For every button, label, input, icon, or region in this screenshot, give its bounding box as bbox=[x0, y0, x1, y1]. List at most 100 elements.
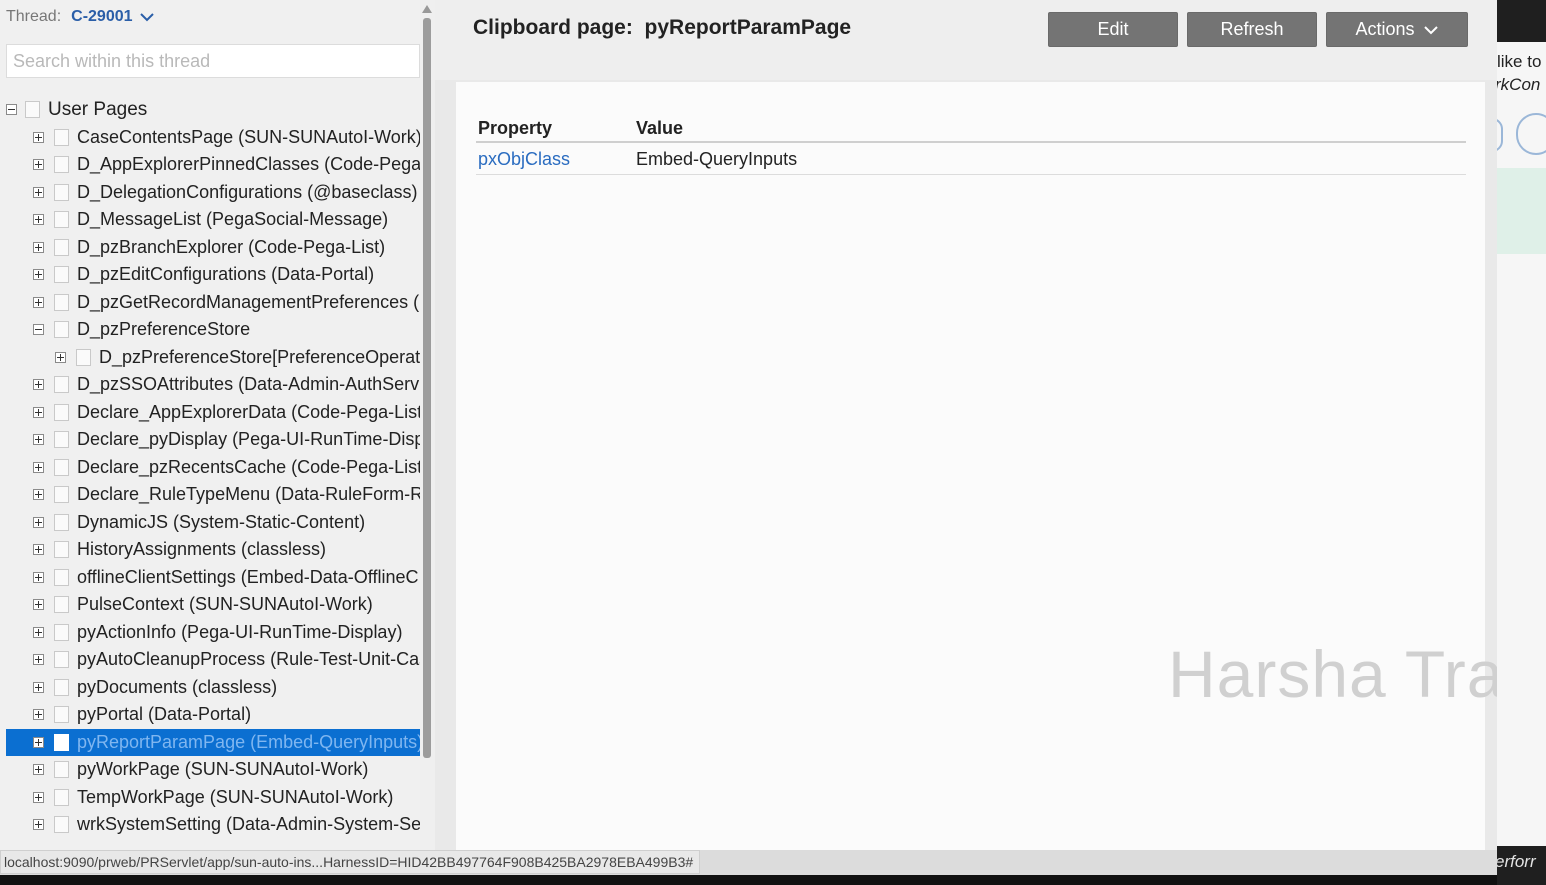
tree-item[interactable]: DynamicJS (System-Static-Content) bbox=[6, 509, 420, 536]
tree-item-label: D_pzEditConfigurations (Data-Portal) bbox=[77, 264, 375, 284]
clipboard-page-header: Clipboard page: pyReportParamPage Edit R… bbox=[435, 0, 1497, 80]
expand-icon[interactable] bbox=[33, 599, 44, 610]
tree-item-label: Declare_pzRecentsCache (Code-Pega-List) bbox=[77, 456, 420, 477]
chevron-down-icon[interactable] bbox=[139, 12, 155, 22]
expand-icon[interactable] bbox=[33, 709, 44, 720]
page-icon bbox=[54, 321, 69, 338]
page-icon bbox=[54, 183, 69, 201]
expand-icon[interactable] bbox=[33, 241, 44, 253]
actions-button[interactable]: Actions bbox=[1326, 12, 1468, 47]
expand-icon[interactable] bbox=[33, 296, 44, 308]
expand-icon[interactable] bbox=[33, 516, 44, 528]
table-row: pxObjClass Embed-QueryInputs bbox=[476, 142, 1466, 175]
expand-icon[interactable] bbox=[33, 269, 44, 280]
tree-item[interactable]: offlineClientSettings (Embed-Data-Offlin… bbox=[6, 564, 420, 591]
tree-item[interactable]: Declare_RuleTypeMenu (Data-RuleForm-Ru bbox=[6, 481, 420, 508]
tree-item[interactable]: D_MessageList (PegaSocial-Message) bbox=[6, 206, 420, 233]
tree-item[interactable]: TempWorkPage (SUN-SUNAutoI-Work) bbox=[6, 784, 420, 811]
thread-selector[interactable]: Thread: C-29001 bbox=[6, 8, 155, 26]
tree-item[interactable]: D_pzEditConfigurations (Data-Portal) bbox=[6, 261, 420, 288]
tree-item-label: wrkSystemSetting (Data-Admin-System-Se bbox=[77, 814, 420, 834]
page-icon bbox=[54, 376, 69, 393]
tree-item[interactable]: wrkSystemSetting (Data-Admin-System-Se bbox=[6, 811, 420, 838]
page-icon bbox=[54, 458, 69, 476]
page-icon bbox=[54, 238, 69, 256]
tree-item-label: D_pzBranchExplorer (Code-Pega-List) bbox=[77, 236, 386, 257]
tree-item-label: PulseContext (SUN-SUNAutoI-Work) bbox=[77, 594, 373, 614]
tree-item[interactable]: Declare_pzRecentsCache (Code-Pega-List) bbox=[6, 454, 420, 481]
refresh-button[interactable]: Refresh bbox=[1187, 12, 1317, 47]
expand-icon[interactable] bbox=[33, 819, 44, 830]
expand-icon[interactable] bbox=[33, 489, 44, 500]
page-title-name: pyReportParamPage bbox=[644, 16, 852, 39]
tree-item[interactable]: PulseContext (SUN-SUNAutoI-Work) bbox=[6, 591, 420, 618]
background-control-2 bbox=[1516, 113, 1546, 155]
actions-button-label: Actions bbox=[1355, 19, 1415, 39]
expand-icon[interactable] bbox=[33, 379, 44, 390]
expand-icon[interactable] bbox=[33, 571, 44, 583]
background-green-panel bbox=[1497, 168, 1546, 254]
property-name-cell: pxObjClass bbox=[476, 142, 634, 175]
tree-item[interactable]: D_pzBranchExplorer (Code-Pega-List) bbox=[6, 234, 420, 261]
tree-item[interactable]: D_pzSSOAttributes (Data-Admin-AuthServi bbox=[6, 371, 420, 398]
expand-icon[interactable] bbox=[33, 214, 44, 225]
background-control-1 bbox=[1497, 118, 1503, 152]
tree-item[interactable]: D_pzGetRecordManagementPreferences (D bbox=[6, 289, 420, 316]
tree-item-label: offlineClientSettings (Embed-Data-Offlin… bbox=[77, 566, 419, 587]
thread-label: Thread: bbox=[6, 8, 62, 25]
scroll-up-arrow-icon[interactable] bbox=[422, 5, 432, 13]
property-value-cell: Embed-QueryInputs bbox=[634, 142, 1466, 175]
expand-icon[interactable] bbox=[33, 461, 44, 473]
tree-item-label: D_pzSSOAttributes (Data-Admin-AuthServi bbox=[77, 374, 420, 394]
tree-item[interactable]: pyWorkPage (SUN-SUNAutoI-Work) bbox=[6, 756, 420, 783]
expand-icon[interactable] bbox=[33, 791, 44, 803]
page-icon bbox=[54, 431, 69, 448]
tree-item[interactable]: D_DelegationConfigurations (@baseclass) bbox=[6, 179, 420, 206]
tree-root-user-pages[interactable]: User Pages bbox=[6, 96, 420, 123]
tree-item-label: D_pzGetRecordManagementPreferences (D bbox=[77, 291, 420, 312]
tree-item-label: pyPortal (Data-Portal) bbox=[77, 704, 252, 724]
page-icon bbox=[54, 761, 69, 778]
page-icon bbox=[54, 788, 69, 806]
tree-item[interactable]: HistoryAssignments (classless) bbox=[6, 536, 420, 563]
refresh-button-label: Refresh bbox=[1220, 19, 1284, 39]
expand-icon[interactable] bbox=[33, 434, 44, 445]
expand-icon[interactable] bbox=[33, 764, 44, 775]
collapse-icon[interactable] bbox=[6, 104, 17, 115]
tree-item-label: pyReportParamPage (Embed-QueryInputs) bbox=[77, 731, 420, 752]
page-title: Clipboard page: pyReportParamPage bbox=[473, 16, 851, 40]
expand-icon[interactable] bbox=[33, 736, 44, 748]
tree-item[interactable]: D_AppExplorerPinnedClasses (Code-Pega-Li… bbox=[6, 151, 420, 178]
expand-icon[interactable] bbox=[33, 131, 44, 143]
property-table: Property Value pxObjClass Embed-QueryInp… bbox=[476, 114, 1466, 175]
tree-item-selected[interactable]: pyReportParamPage (Embed-QueryInputs) bbox=[6, 728, 420, 756]
tree-item[interactable]: pyActionInfo (Pega-UI-RunTime-Display) bbox=[6, 619, 420, 646]
expand-icon[interactable] bbox=[33, 406, 44, 418]
edit-button[interactable]: Edit bbox=[1048, 12, 1178, 47]
property-link[interactable]: pxObjClass bbox=[478, 149, 570, 169]
tree-item[interactable]: D_pzPreferenceStore[PreferenceOperat bbox=[6, 344, 420, 371]
expand-icon[interactable] bbox=[55, 351, 66, 363]
thread-value[interactable]: C-29001 bbox=[71, 8, 132, 26]
tree-item[interactable]: pyAutoCleanupProcess (Rule-Test-Unit-Cas bbox=[6, 646, 420, 673]
tree-item[interactable]: D_pzPreferenceStore bbox=[6, 316, 420, 343]
tree-item[interactable]: Declare_AppExplorerData (Code-Pega-List) bbox=[6, 399, 420, 426]
tree-item-label: DynamicJS (System-Static-Content) bbox=[77, 511, 366, 532]
expand-icon[interactable] bbox=[33, 159, 44, 170]
tree-item[interactable]: Declare_pyDisplay (Pega-UI-RunTime-Displ bbox=[6, 426, 420, 453]
tree-scroll-thumb[interactable] bbox=[423, 18, 431, 758]
page-icon bbox=[54, 651, 69, 668]
page-icon bbox=[54, 293, 69, 311]
tree-item[interactable]: CaseContentsPage (SUN-SUNAutoI-Work) bbox=[6, 124, 420, 151]
page-icon bbox=[54, 596, 69, 613]
search-thread-input[interactable] bbox=[6, 44, 420, 78]
tree-item[interactable]: pyPortal (Data-Portal) bbox=[6, 701, 420, 728]
tree-item[interactable]: pyDocuments (classless) bbox=[6, 674, 420, 701]
background-bottom-text: erforr bbox=[1497, 852, 1536, 871]
expand-icon[interactable] bbox=[33, 681, 44, 693]
expand-icon[interactable] bbox=[33, 186, 44, 198]
expand-icon[interactable] bbox=[33, 626, 44, 638]
expand-icon[interactable] bbox=[33, 654, 44, 665]
collapse-icon[interactable] bbox=[33, 324, 44, 335]
expand-icon[interactable] bbox=[33, 544, 44, 555]
